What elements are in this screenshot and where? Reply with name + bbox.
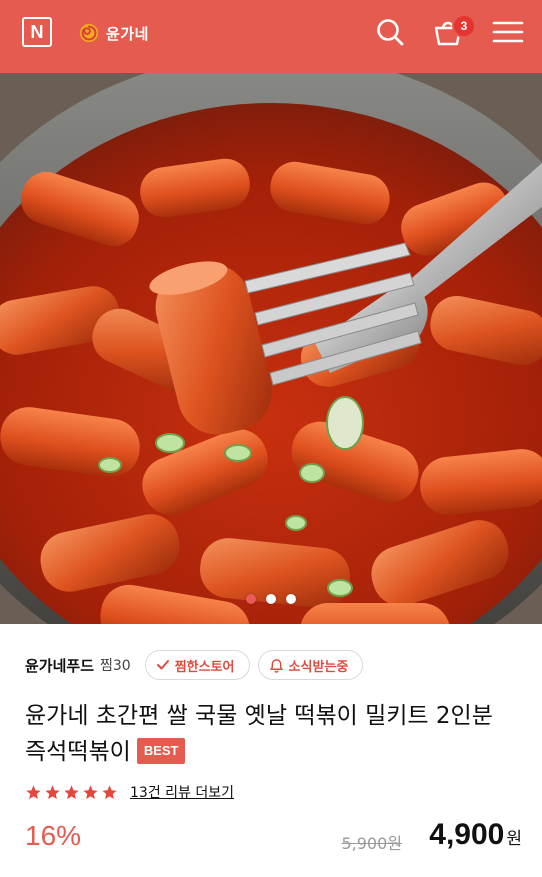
product-title: 윤가네 초간편 쌀 국물 옛날 떡볶이 밀키트 2인분 즉석떡볶이 (25, 703, 493, 765)
tteokbokki-photo (0, 73, 542, 624)
star-icon (102, 784, 117, 799)
notification-chip[interactable]: 소식받는중 (257, 650, 364, 680)
favorite-store-chip[interactable]: 찜한스토어 (144, 650, 250, 680)
star-rating (25, 784, 118, 801)
best-badge: BEST (136, 738, 186, 764)
hamburger-menu-icon[interactable] (492, 16, 524, 48)
favorite-store-label: 찜한스토어 (174, 659, 235, 675)
sale-price: 4,900 원 (429, 818, 522, 852)
product-image-carousel[interactable] (0, 73, 542, 624)
top-app-bar: N 윤가네 3 (0, 0, 542, 73)
notification-label: 소식받는중 (288, 659, 349, 675)
brand-name: 윤가네 (106, 24, 149, 43)
seller-row: 윤가네푸드 찜30 찜한스토어 소식받는중 (25, 648, 371, 682)
bell-icon (269, 658, 283, 673)
cart-count-badge: 3 (452, 14, 476, 38)
product-title-block: 윤가네 초간편 쌀 국물 옛날 떡볶이 밀키트 2인분 즉석떡볶이 BEST (25, 698, 515, 770)
search-icon[interactable] (374, 16, 406, 48)
price-row: 16% 5,900원 4,900 원 (25, 818, 522, 862)
sale-price-value: 4,900 (429, 818, 505, 851)
carousel-dot-1[interactable] (246, 594, 256, 604)
seller-zzim-count: 찜30 (100, 658, 131, 674)
seller-name[interactable]: 윤가네푸드 (25, 655, 94, 676)
review-link[interactable]: 13건 리뷰 더보기 (130, 782, 234, 802)
star-icon (64, 784, 79, 799)
star-icon (26, 784, 41, 799)
rating-row: 13건 리뷰 더보기 (25, 780, 234, 804)
star-icon (83, 784, 98, 799)
brand-swirl-icon (79, 23, 99, 43)
currency-unit: 원 (506, 829, 522, 849)
naver-logo[interactable]: N (22, 17, 52, 47)
store-brand[interactable]: 윤가네 (78, 20, 149, 46)
carousel-indicators (0, 589, 542, 608)
discount-rate: 16% (25, 820, 82, 851)
carousel-dot-2[interactable] (266, 594, 276, 604)
check-icon (156, 660, 169, 670)
carousel-dot-3[interactable] (286, 594, 296, 604)
original-price: 5,900원 (341, 834, 402, 853)
star-icon (45, 784, 60, 799)
